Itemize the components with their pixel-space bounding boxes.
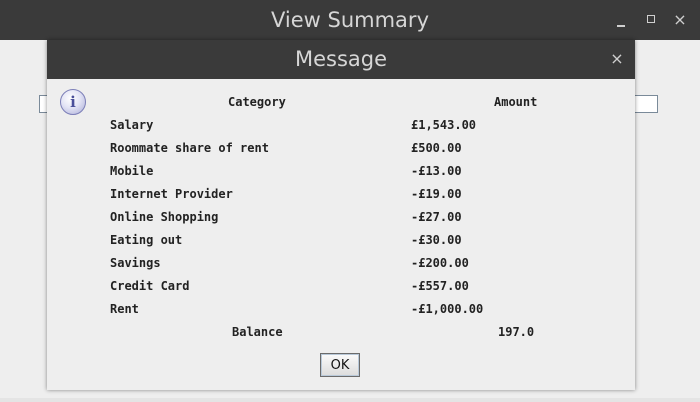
message-dialog: Message × i Category Amount Salary £1,54… <box>47 40 635 390</box>
maximize-icon <box>647 15 655 23</box>
balance-value: 197.0 <box>498 325 535 339</box>
info-icon: i <box>60 89 86 115</box>
row-amount: -£27.00 <box>411 210 462 224</box>
row-category: Mobile <box>110 164 154 178</box>
row-category: Salary <box>110 118 154 132</box>
row-amount: £1,543.00 <box>411 118 477 132</box>
balance-label: Balance <box>232 325 283 339</box>
row-category: Credit Card <box>110 279 190 293</box>
minimize-icon <box>617 25 625 27</box>
row-amount: -£13.00 <box>411 164 462 178</box>
row-amount: -£557.00 <box>411 279 469 293</box>
row-amount: £500.00 <box>411 141 462 155</box>
parent-window-bottom-edge <box>0 398 700 402</box>
row-amount: -£200.00 <box>411 256 469 270</box>
row-amount: -£19.00 <box>411 187 462 201</box>
dialog-title: Message <box>294 47 388 71</box>
header-amount: Amount <box>494 95 538 109</box>
row-category: Eating out <box>110 233 183 247</box>
row-amount: -£30.00 <box>411 233 462 247</box>
row-category: Online Shopping <box>110 210 219 224</box>
dialog-close-button[interactable]: × <box>607 49 627 69</box>
row-category: Rent <box>110 302 139 316</box>
row-category: Internet Provider <box>110 187 233 201</box>
ok-button[interactable]: OK <box>320 353 360 377</box>
maximize-button[interactable] <box>640 10 662 30</box>
window-close-button[interactable]: × <box>669 10 691 30</box>
row-category: Roommate share of rent <box>110 141 269 155</box>
header-category: Category <box>228 95 286 109</box>
row-category: Savings <box>110 256 161 270</box>
parent-window-title: View Summary <box>271 8 429 32</box>
minimize-button[interactable] <box>610 10 632 30</box>
row-amount: -£1,000.00 <box>411 302 484 316</box>
